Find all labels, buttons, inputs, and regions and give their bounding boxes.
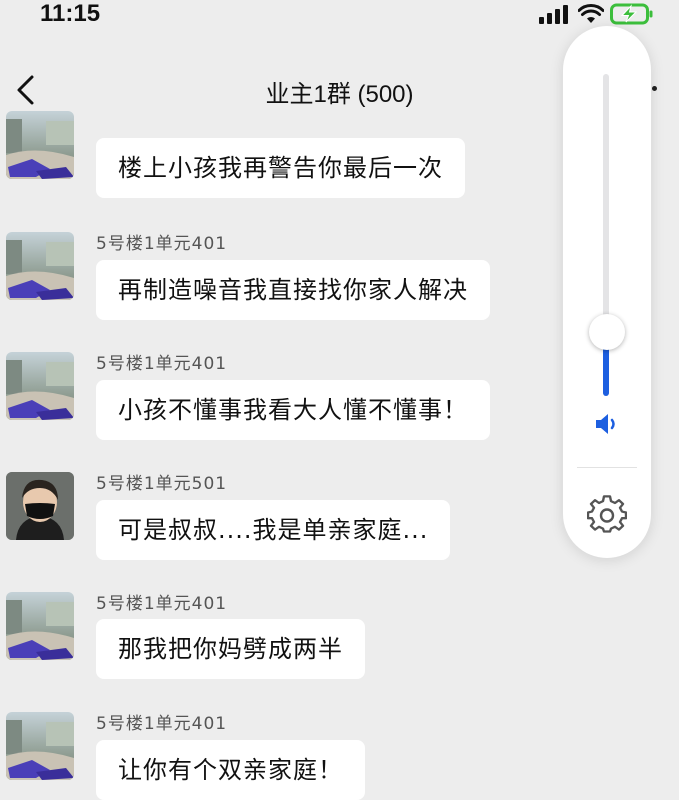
avatar[interactable] [6, 472, 74, 540]
volume-panel [563, 26, 651, 558]
status-bar: 11:15 [0, 0, 679, 36]
battery-charging-icon [610, 3, 653, 25]
message-bubble[interactable]: 可是叔叔....我是单亲家庭... [96, 500, 451, 560]
message-bubble[interactable]: 小孩不懂事我看大人懂不懂事！ [96, 380, 490, 440]
avatar[interactable] [6, 111, 74, 179]
avatar[interactable] [6, 592, 74, 660]
sender-name: 5号楼1单元401 [96, 714, 228, 734]
message-bubble[interactable]: 再制造噪音我直接找你家人解决 [96, 260, 490, 320]
wifi-icon [578, 4, 604, 23]
sender-name: 5号楼1单元401 [96, 234, 228, 254]
avatar[interactable] [6, 712, 74, 780]
speaker-icon[interactable] [593, 410, 621, 438]
avatar[interactable] [6, 352, 74, 420]
status-icons [538, 2, 654, 26]
sender-name: 5号楼1单元501 [96, 474, 228, 494]
signal-icon [539, 5, 568, 24]
volume-knob[interactable] [589, 314, 625, 350]
gear-icon[interactable] [587, 495, 627, 535]
message-bubble[interactable]: 让你有个双亲家庭！ [96, 740, 365, 800]
message-bubble[interactable]: 那我把你妈劈成两半 [96, 619, 365, 679]
more-icon[interactable] [652, 86, 657, 91]
status-time: 11:15 [40, 0, 101, 27]
avatar[interactable] [6, 232, 74, 300]
sender-name: 5号楼1单元401 [96, 354, 228, 374]
panel-divider [577, 467, 637, 468]
message-bubble[interactable]: 楼上小孩我再警告你最后一次 [96, 138, 465, 198]
sender-name: 5号楼1单元401 [96, 594, 228, 614]
